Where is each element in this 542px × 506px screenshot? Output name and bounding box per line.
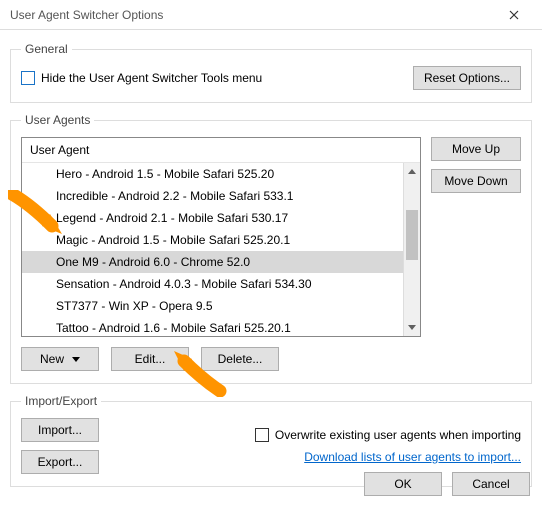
user-agents-legend: User Agents bbox=[21, 113, 94, 127]
scroll-up-icon[interactable] bbox=[404, 163, 420, 180]
close-icon[interactable] bbox=[494, 1, 534, 29]
edit-button[interactable]: Edit... bbox=[111, 347, 189, 371]
general-group: General Hide the User Agent Switcher Too… bbox=[10, 42, 532, 103]
list-item[interactable]: Hero - Android 1.5 - Mobile Safari 525.2… bbox=[22, 163, 403, 185]
overwrite-checkbox[interactable]: Overwrite existing user agents when impo… bbox=[255, 428, 521, 442]
scroll-track[interactable] bbox=[404, 180, 420, 319]
delete-button[interactable]: Delete... bbox=[201, 347, 279, 371]
hide-menu-label: Hide the User Agent Switcher Tools menu bbox=[41, 71, 262, 85]
cancel-button[interactable]: Cancel bbox=[452, 472, 530, 496]
titlebar: User Agent Switcher Options bbox=[0, 0, 542, 30]
list-item[interactable]: Legend - Android 2.1 - Mobile Safari 530… bbox=[22, 207, 403, 229]
list-item[interactable]: Incredible - Android 2.2 - Mobile Safari… bbox=[22, 185, 403, 207]
general-legend: General bbox=[21, 42, 72, 56]
scrollbar[interactable] bbox=[403, 163, 420, 336]
user-agents-group: User Agents User Agent Hero - Android 1.… bbox=[10, 113, 532, 384]
new-button[interactable]: New bbox=[21, 347, 99, 371]
list-header: User Agent bbox=[22, 138, 420, 163]
chevron-down-icon bbox=[72, 357, 80, 362]
hide-menu-checkbox[interactable]: Hide the User Agent Switcher Tools menu bbox=[21, 71, 262, 85]
list-item[interactable]: Magic - Android 1.5 - Mobile Safari 525.… bbox=[22, 229, 403, 251]
checkbox-icon bbox=[21, 71, 35, 85]
move-down-button[interactable]: Move Down bbox=[431, 169, 521, 193]
import-button[interactable]: Import... bbox=[21, 418, 99, 442]
list-item[interactable]: Tattoo - Android 1.6 - Mobile Safari 525… bbox=[22, 317, 403, 336]
list-item[interactable]: ST7377 - Win XP - Opera 9.5 bbox=[22, 295, 403, 317]
scroll-down-icon[interactable] bbox=[404, 319, 420, 336]
window-title: User Agent Switcher Options bbox=[10, 8, 163, 22]
move-up-button[interactable]: Move Up bbox=[431, 137, 521, 161]
export-button[interactable]: Export... bbox=[21, 450, 99, 474]
checkbox-icon bbox=[255, 428, 269, 442]
overwrite-label: Overwrite existing user agents when impo… bbox=[275, 428, 521, 442]
scroll-thumb[interactable] bbox=[406, 210, 418, 260]
import-export-legend: Import/Export bbox=[21, 394, 101, 408]
list-item[interactable]: One M9 - Android 6.0 - Chrome 52.0 bbox=[22, 251, 403, 273]
user-agent-listbox[interactable]: User Agent Hero - Android 1.5 - Mobile S… bbox=[21, 137, 421, 337]
download-link[interactable]: Download lists of user agents to import.… bbox=[304, 450, 521, 464]
list-item[interactable]: Sensation - Android 4.0.3 - Mobile Safar… bbox=[22, 273, 403, 295]
ok-button[interactable]: OK bbox=[364, 472, 442, 496]
reset-options-button[interactable]: Reset Options... bbox=[413, 66, 521, 90]
